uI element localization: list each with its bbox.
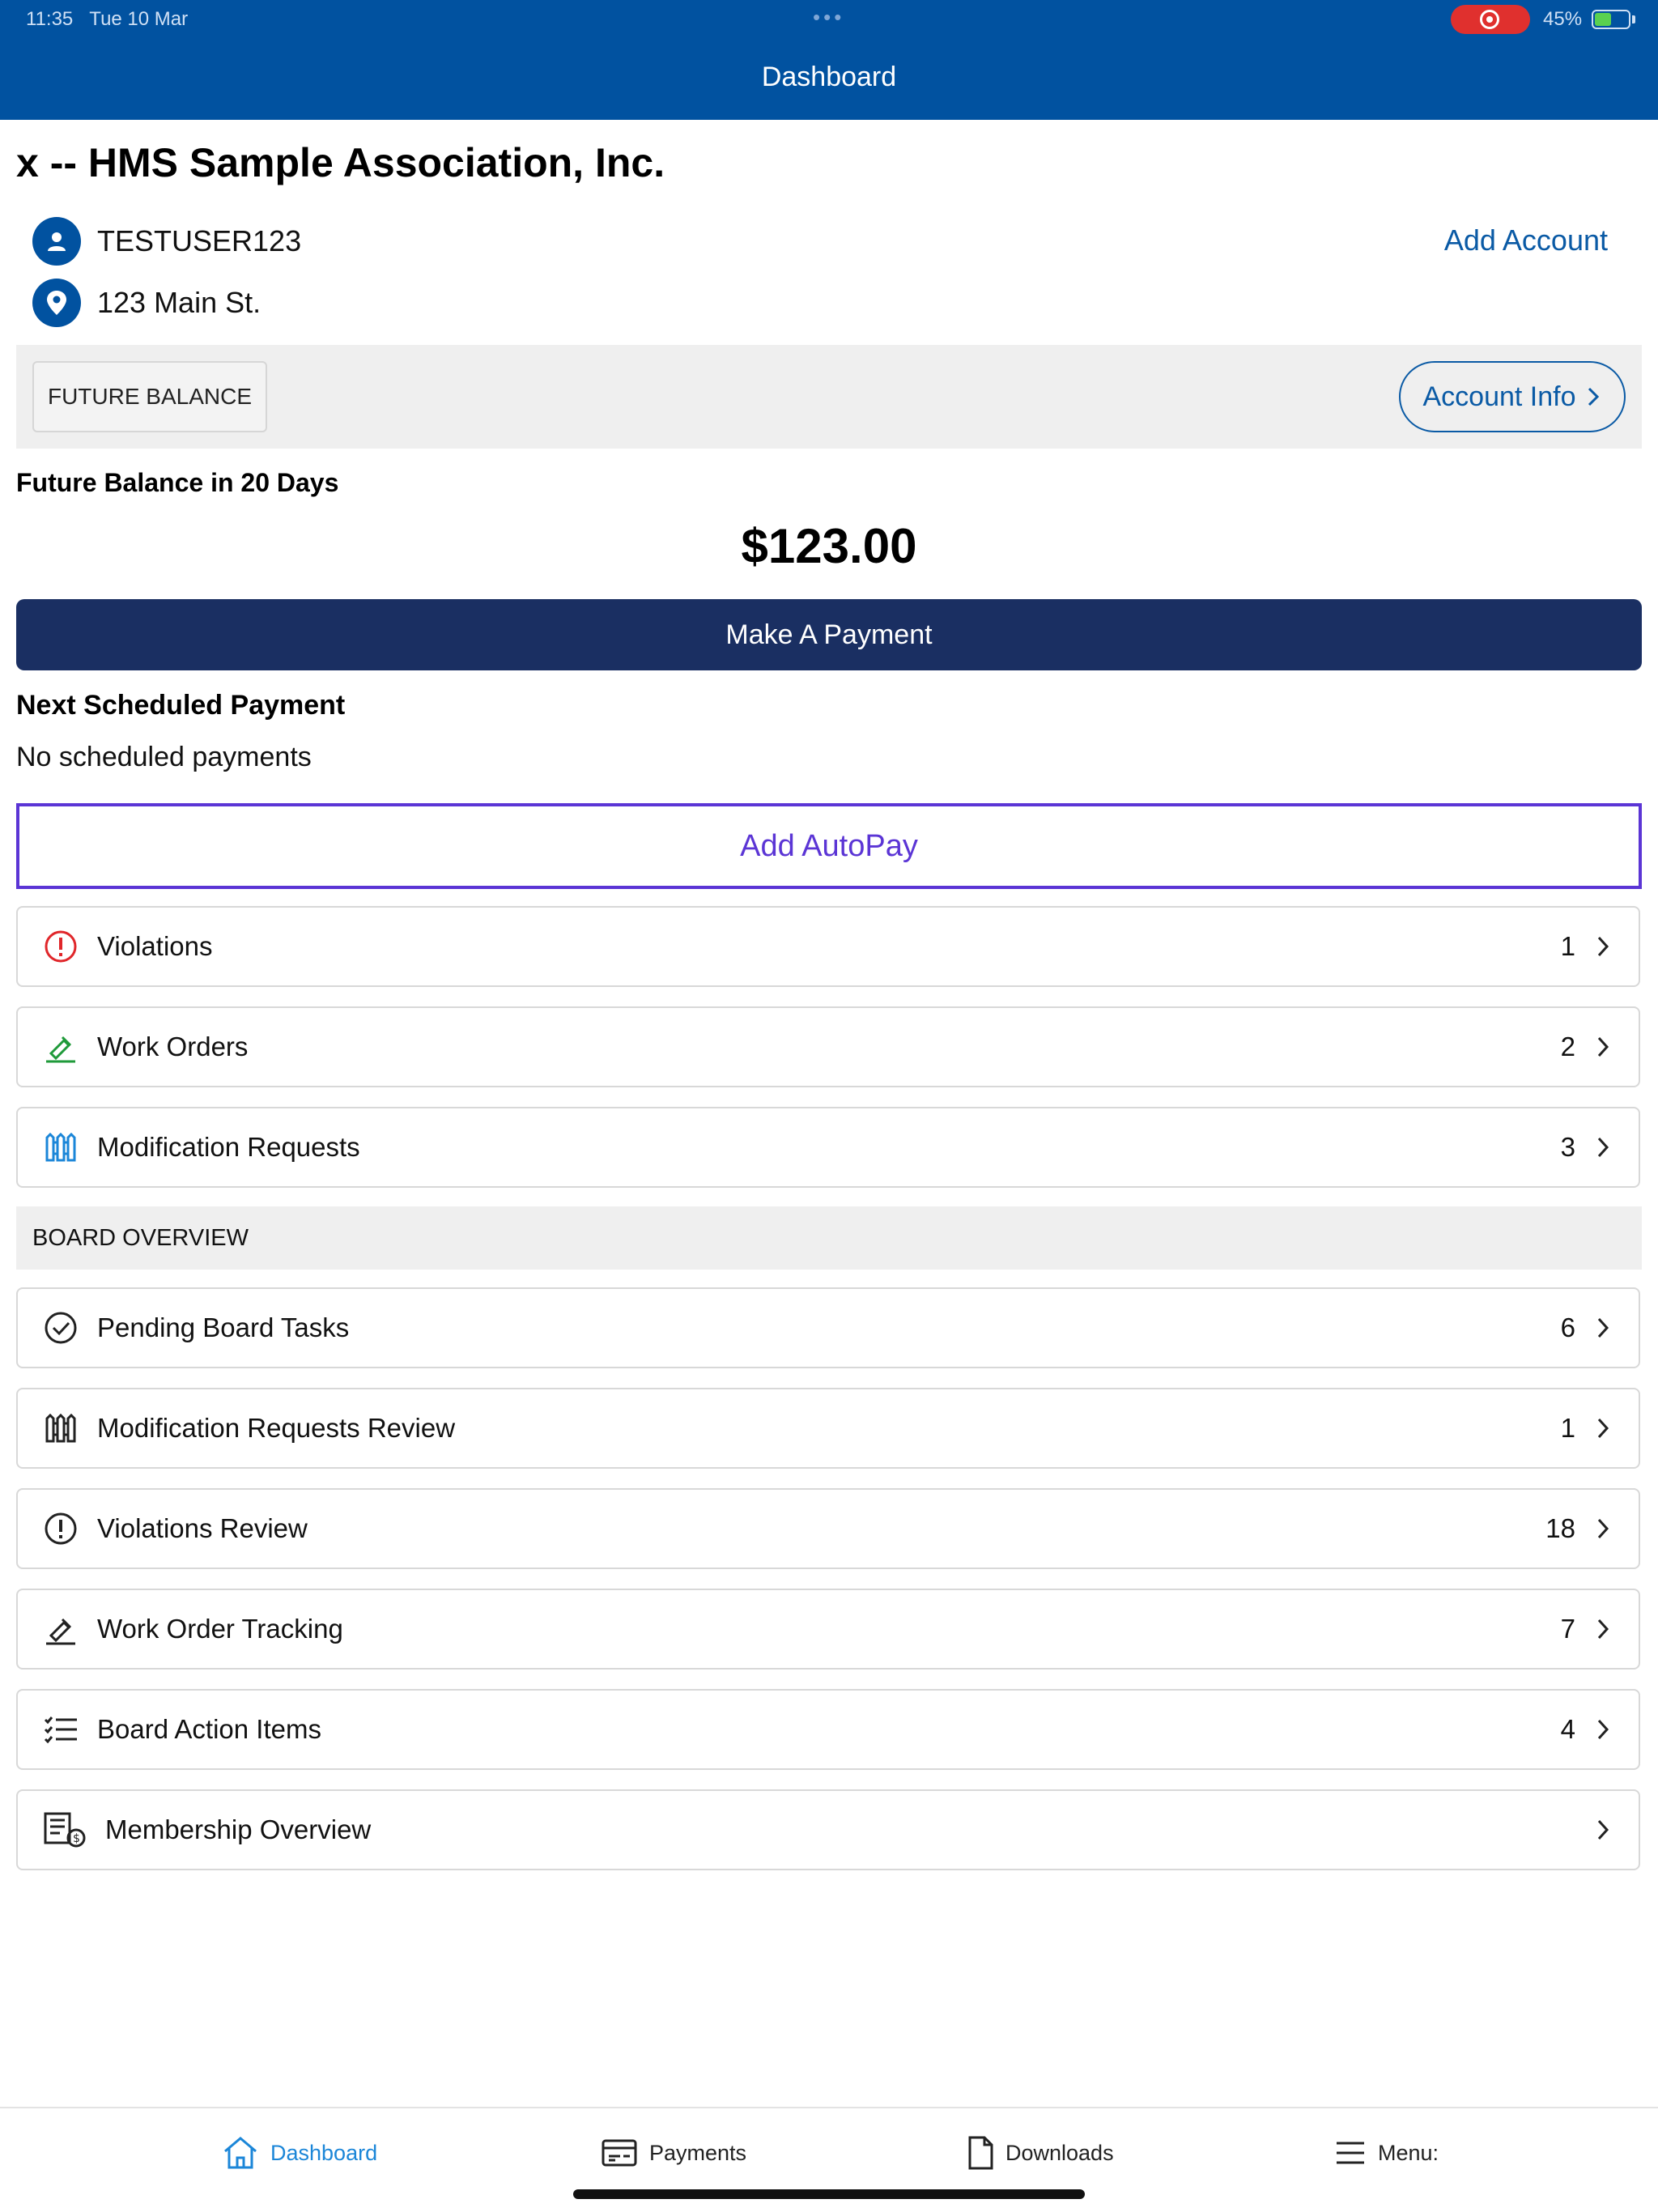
battery-percent: 45% — [1543, 8, 1583, 30]
tab-label: Payments — [649, 2140, 747, 2165]
modification-requests-row[interactable]: Modification Requests 3 — [16, 1107, 1640, 1188]
association-name: x -- HMS Sample Association, Inc. — [16, 140, 665, 185]
home-icon — [224, 2137, 257, 2169]
row-label: Work Order Tracking — [97, 1614, 343, 1644]
svg-text:$: $ — [73, 1832, 80, 1845]
page-title: Dashboard — [761, 62, 897, 92]
modification-requests-review-row[interactable]: Modification Requests Review 1 — [16, 1388, 1640, 1469]
row-count: 7 — [1560, 1614, 1575, 1644]
row-count: 1 — [1560, 1413, 1575, 1443]
battery-tip — [1632, 15, 1635, 23]
record-icon — [1480, 10, 1499, 29]
make-payment-button[interactable]: Make A Payment — [16, 599, 1642, 670]
alert-circle-icon — [40, 1508, 81, 1549]
document-icon — [968, 2136, 993, 2170]
alert-circle-icon — [40, 926, 81, 967]
address-row: 123 Main St. — [32, 279, 261, 327]
future-balance-chip[interactable]: FUTURE BALANCE — [32, 361, 267, 432]
row-count: 18 — [1545, 1513, 1575, 1543]
ledger-dollar-icon: $ — [40, 1810, 89, 1850]
add-account-link[interactable]: Add Account — [1444, 223, 1608, 257]
status-bar: 11:35 Tue 10 Mar ••• 45% — [0, 0, 1658, 39]
chevron-right-icon — [1590, 1816, 1618, 1844]
screen-recording-indicator[interactable] — [1451, 5, 1530, 34]
next-scheduled-payment-label: Next Scheduled Payment — [16, 690, 346, 721]
chevron-right-icon — [1590, 1033, 1618, 1061]
chevron-right-icon — [1590, 933, 1618, 960]
multitasking-dots[interactable]: ••• — [813, 5, 844, 30]
row-label: Membership Overview — [105, 1814, 372, 1844]
membership-overview-row[interactable]: $ Membership Overview — [16, 1789, 1640, 1870]
account-info-button[interactable]: Account Info — [1399, 361, 1626, 432]
future-balance-label: Future Balance in 20 Days — [16, 468, 339, 497]
row-label: Pending Board Tasks — [97, 1312, 350, 1342]
add-autopay-button[interactable]: Add AutoPay — [16, 803, 1642, 889]
chevron-right-icon — [1590, 1716, 1618, 1743]
work-orders-row[interactable]: Work Orders 2 — [16, 1006, 1640, 1087]
tab-dashboard[interactable]: Dashboard — [222, 2133, 377, 2173]
tab-downloads[interactable]: Downloads — [967, 2133, 1114, 2173]
work-order-tracking-row[interactable]: Work Order Tracking 7 — [16, 1589, 1640, 1670]
check-circle-icon — [40, 1308, 81, 1348]
username: TESTUSER123 — [97, 224, 302, 257]
row-count: 1 — [1560, 931, 1575, 961]
battery-icon — [1592, 10, 1630, 29]
fence-icon — [40, 1127, 81, 1168]
chevron-right-icon — [1590, 1615, 1618, 1643]
board-overview-header: BOARD OVERVIEW — [16, 1206, 1642, 1270]
battery-fill — [1595, 13, 1611, 26]
account-info-label: Account Info — [1422, 381, 1576, 412]
hammer-icon — [40, 1027, 81, 1067]
chevron-right-icon — [1590, 1134, 1618, 1161]
address: 123 Main St. — [97, 286, 261, 319]
status-date: Tue 10 Mar — [89, 8, 189, 30]
tab-label: Dashboard — [270, 2140, 378, 2165]
location-pin-icon — [32, 279, 81, 327]
chevron-right-icon — [1588, 387, 1599, 406]
row-label: Violations Review — [97, 1513, 308, 1543]
row-label: Violations — [97, 931, 213, 961]
balance-amount: $123.00 — [741, 519, 917, 573]
row-count: 3 — [1560, 1132, 1575, 1162]
chevron-right-icon — [1590, 1515, 1618, 1542]
row-label: Work Orders — [97, 1032, 249, 1061]
scheduled-payments-status: No scheduled payments — [16, 742, 312, 772]
user-row: TESTUSER123 — [32, 217, 301, 266]
user-icon — [32, 217, 81, 266]
chevron-right-icon — [1590, 1414, 1618, 1442]
row-count: 2 — [1560, 1032, 1575, 1061]
balance-toolbar: FUTURE BALANCE Account Info — [16, 345, 1642, 449]
top-bar: 11:35 Tue 10 Mar ••• 45% Dashboard — [0, 0, 1658, 120]
card-icon — [602, 2139, 637, 2167]
pending-board-tasks-row[interactable]: Pending Board Tasks 6 — [16, 1287, 1640, 1368]
fence-icon — [40, 1408, 81, 1448]
row-count: 4 — [1560, 1714, 1575, 1744]
home-indicator[interactable] — [573, 2189, 1085, 2199]
tab-label: Downloads — [1005, 2140, 1114, 2165]
tab-menu[interactable]: Menu: — [1334, 2133, 1439, 2173]
row-label: Modification Requests Review — [97, 1413, 456, 1443]
violations-review-row[interactable]: Violations Review 18 — [16, 1488, 1640, 1569]
violations-row[interactable]: Violations 1 — [16, 906, 1640, 987]
row-label: Board Action Items — [97, 1714, 321, 1744]
chevron-right-icon — [1590, 1314, 1618, 1342]
tab-payments[interactable]: Payments — [601, 2133, 746, 2173]
checklist-icon — [40, 1709, 81, 1750]
board-action-items-row[interactable]: Board Action Items 4 — [16, 1689, 1640, 1770]
status-time: 11:35 Tue 10 Mar — [26, 8, 189, 30]
tab-label: Menu: — [1378, 2140, 1439, 2165]
row-count: 6 — [1560, 1312, 1575, 1342]
row-label: Modification Requests — [97, 1132, 360, 1162]
hamburger-icon — [1337, 2142, 1364, 2164]
hammer-icon — [40, 1609, 81, 1649]
